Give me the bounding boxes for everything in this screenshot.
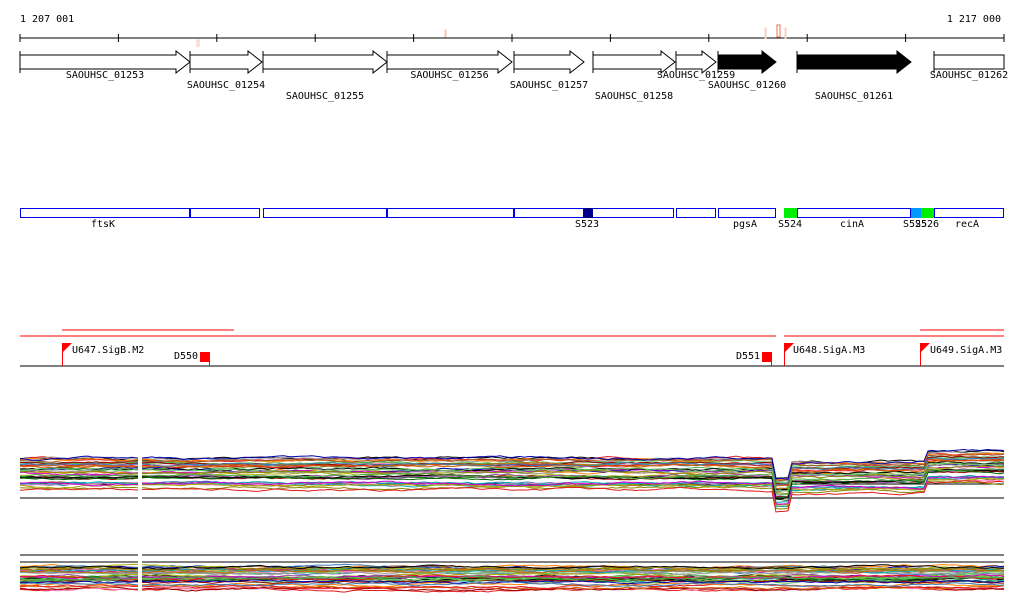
gene-label[interactable]: SAOUHSC_01254: [187, 81, 265, 91]
gene-arrow[interactable]: [189, 49, 263, 75]
panel-gap: [138, 440, 142, 611]
segment-label-S523[interactable]: S523: [575, 220, 599, 230]
segment-box: [583, 208, 593, 218]
promoter-label-U649[interactable]: U649.SigA.M3: [930, 346, 1002, 356]
terminator-icon: [200, 352, 210, 362]
segment-box: [20, 208, 190, 218]
terminator-label-D550[interactable]: D550: [174, 352, 198, 362]
segment-box: [387, 208, 514, 218]
coverage-mark: [196, 39, 200, 47]
gene-label[interactable]: SAOUHSC_01262: [930, 71, 1008, 81]
gene-label[interactable]: SAOUHSC_01261: [815, 92, 893, 102]
gene-label[interactable]: SAOUHSC_01260: [708, 81, 786, 91]
segment-label-recA[interactable]: recA: [955, 220, 979, 230]
segment-box: [718, 208, 776, 218]
segment-box: [911, 208, 921, 218]
gene-label[interactable]: SAOUHSC_01258: [595, 92, 673, 102]
segment-box: [921, 208, 934, 218]
terminator-icon: [762, 352, 772, 362]
gene-arrow[interactable]: [796, 49, 912, 75]
coverage-mark: [776, 24, 781, 38]
segment-label-S526[interactable]: S526: [915, 220, 939, 230]
gene-label[interactable]: SAOUHSC_01255: [286, 92, 364, 102]
promoter-flag-icon: [920, 343, 930, 353]
gene-arrow[interactable]: [933, 54, 1005, 70]
segment-label-cinA[interactable]: cinA: [840, 220, 864, 230]
coverage-mark: [784, 27, 787, 39]
coverage-mark: [444, 29, 447, 38]
terminator-label-D551[interactable]: D551: [736, 352, 760, 362]
genome-browser: 1 207 001 1 217 000 SAOUHSC_01253 SAOUHSC…: [0, 0, 1024, 611]
segment-box: [797, 208, 911, 218]
gene-label[interactable]: SAOUHSC_01257: [510, 81, 588, 91]
segment-box: [514, 208, 674, 218]
segment-label-ftsK[interactable]: ftsK: [91, 220, 115, 230]
promoter-flag-icon: [62, 343, 72, 353]
segment-box: [784, 208, 797, 218]
gene-label[interactable]: SAOUHSC_01256: [410, 71, 488, 81]
ruler-end-label: 1 217 000: [946, 14, 1001, 25]
gene-arrow[interactable]: [513, 49, 585, 75]
gene-arrow[interactable]: [262, 49, 388, 75]
promoter-label-U647[interactable]: U647.SigB.M2: [72, 346, 144, 356]
segment-box: [676, 208, 716, 218]
segment-box: [190, 208, 260, 218]
segment-box: [934, 208, 1004, 218]
ruler-start-label: 1 207 001: [20, 14, 75, 25]
segment-label-pgsA[interactable]: pgsA: [733, 220, 757, 230]
segment-label-S524[interactable]: S524: [778, 220, 802, 230]
promoter-label-U648[interactable]: U648.SigA.M3: [793, 346, 865, 356]
gene-label[interactable]: SAOUHSC_01253: [66, 71, 144, 81]
segment-box: [263, 208, 387, 218]
coverage-mark: [764, 27, 767, 39]
